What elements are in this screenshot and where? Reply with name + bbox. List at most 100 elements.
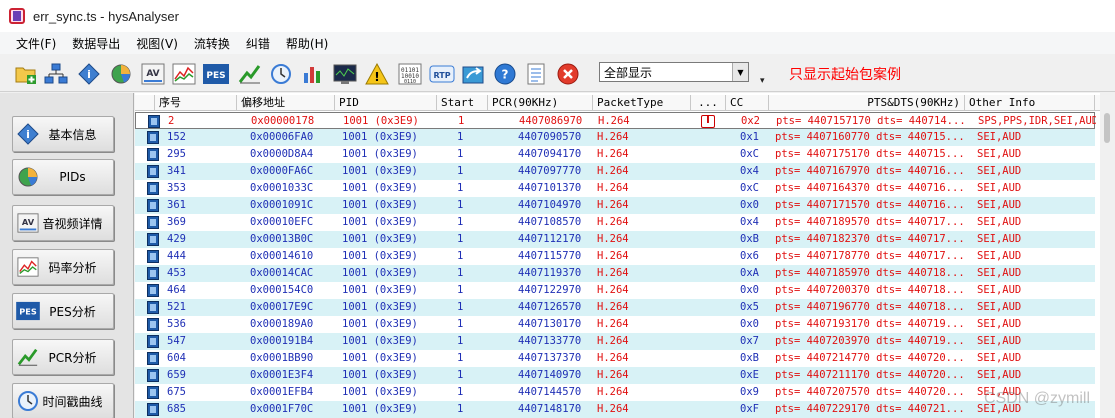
table-row[interactable]: 685 0x0001F70C 1001 (0x3E9) 1 4407148170 H.26…	[135, 401, 1095, 418]
cell-cc: 0xA	[740, 267, 759, 279]
nav-basic-info-button[interactable]: i 基本信息	[12, 116, 114, 152]
cell-pid: 1001 (0x3E9)	[342, 199, 418, 211]
col-header-start[interactable]: Start	[437, 95, 488, 111]
table-row[interactable]: 675 0x0001EFB4 1001 (0x3E9) 1 4407144570 H.26…	[135, 384, 1095, 401]
chevron-down-icon[interactable]: ▼	[732, 63, 748, 81]
scrollbar-thumb[interactable]	[1104, 113, 1110, 143]
av-icon[interactable]: AV	[140, 61, 166, 87]
cell-pid: 1001 (0x3E9)	[342, 284, 418, 296]
toolbar-overflow-icon[interactable]: ▾	[760, 76, 765, 86]
col-header-index[interactable]: 序号	[155, 95, 237, 111]
col-header-pcr[interactable]: PCR(90KHz)	[488, 95, 593, 111]
table-row[interactable]: 659 0x0001E3F4 1001 (0x3E9) 1 4407140970 H.26…	[135, 367, 1095, 384]
nav-bitrate-button[interactable]: 码率分析	[12, 249, 114, 285]
vertical-scrollbar[interactable]	[1100, 93, 1115, 418]
binary-icon[interactable]: 01101 10010 0110	[397, 61, 423, 87]
cell-info: SEI,AUD	[977, 369, 1022, 381]
pcr-icon[interactable]	[237, 61, 263, 87]
cell-pid: 1001 (0x3E9)	[342, 233, 418, 245]
menu-data-export[interactable]: 数据导出	[64, 35, 128, 52]
toolbar: i AV PES ! 01101 10010 0110 RTP ?	[0, 54, 1115, 92]
nav-av-detail-button[interactable]: AV 音视频详情	[12, 205, 114, 241]
cell-offset: 0x0000D8A4	[250, 148, 314, 160]
table-row[interactable]: 353 0x0001033C 1001 (0x3E9) 1 4407101370 H.26…	[135, 180, 1095, 197]
table-row[interactable]: 152 0x00006FA0 1001 (0x3E9) 1 4407090570 H.26…	[135, 129, 1095, 146]
clock-icon[interactable]	[268, 61, 294, 87]
cell-start: 1	[457, 165, 464, 177]
cell-pid: 1001 (0x3E9)	[342, 148, 418, 160]
info-icon[interactable]: i	[76, 61, 102, 87]
table-row[interactable]: 521 0x00017E9C 1001 (0x3E9) 1 4407126570 H.26…	[135, 299, 1095, 316]
left-nav-panel: i 基本信息 PIDs AV 音视频详情 码率分析 PES PES分析 PCR分…	[0, 93, 134, 418]
cell-type: H.264	[597, 318, 629, 330]
svg-text:i: i	[26, 128, 30, 141]
col-header-pts-dts[interactable]: PTS&DTS(90KHz)	[769, 95, 965, 111]
network-icon[interactable]	[43, 61, 69, 87]
table-row[interactable]: 536 0x000189A0 1001 (0x3E9) 1 4407130170 H.26…	[135, 316, 1095, 333]
rtp-icon[interactable]: RTP	[429, 61, 455, 87]
cell-pid: 1001 (0x3E9)	[342, 131, 418, 143]
col-header-other-info[interactable]: Other Info	[965, 95, 1095, 111]
table-row[interactable]: 295 0x0000D8A4 1001 (0x3E9) 1 4407094170 H.26…	[135, 146, 1095, 163]
bar-chart-icon[interactable]	[300, 61, 326, 87]
warning-icon[interactable]: !	[364, 61, 390, 87]
video-packet-icon	[147, 403, 159, 416]
cell-start: 1	[458, 115, 465, 127]
export-icon[interactable]	[461, 61, 487, 87]
cell-no: 675	[167, 386, 186, 398]
table-row[interactable]: 604 0x0001BB90 1001 (0x3E9) 1 4407137370 H.26…	[135, 350, 1095, 367]
cell-no: 353	[167, 182, 186, 194]
menu-view[interactable]: 视图(V)	[128, 35, 186, 52]
cell-offset: 0x000191B4	[250, 335, 314, 347]
open-folder-icon[interactable]	[13, 61, 39, 87]
help-icon[interactable]: ?	[492, 61, 518, 87]
menu-help[interactable]: 帮助(H)	[278, 35, 336, 52]
table-row[interactable]: 453 0x00014CAC 1001 (0x3E9) 1 4407119370 H.26…	[135, 265, 1095, 282]
close-icon[interactable]	[555, 61, 581, 87]
cell-type: H.264	[597, 352, 629, 364]
video-packet-icon	[147, 233, 159, 246]
table-row[interactable]: 429 0x00013B0C 1001 (0x3E9) 1 4407112170 H.26…	[135, 231, 1095, 248]
cell-offset: 0x00010EFC	[250, 216, 314, 228]
display-filter-select[interactable]: 全部显示 ▼	[599, 62, 749, 82]
menu-bar: 文件(F) 数据导出 视图(V) 流转换 纠错 帮助(H)	[0, 32, 1115, 54]
notes-icon[interactable]	[523, 61, 549, 87]
nav-pids-button[interactable]: PIDs	[12, 159, 114, 195]
nav-pes-button[interactable]: PES PES分析	[12, 293, 114, 329]
nav-timestamp-curve-button[interactable]: 时间戳曲线	[12, 383, 114, 418]
cell-pts: pts= 4407182370 dts= 440717...	[775, 233, 965, 245]
table-row[interactable]: 444 0x00014610 1001 (0x3E9) 1 4407115770 H.26…	[135, 248, 1095, 265]
cell-pcr: 4407090570	[518, 131, 582, 143]
pie-chart-icon[interactable]	[108, 61, 134, 87]
menu-stream-convert[interactable]: 流转换	[186, 35, 238, 52]
cell-start: 1	[457, 403, 464, 415]
col-header-flags[interactable]: ...	[691, 95, 726, 111]
table-row[interactable]: 369 0x00010EFC 1001 (0x3E9) 1 4407108570 H.26…	[135, 214, 1095, 231]
col-header-packet-type[interactable]: PacketType	[593, 95, 691, 111]
table-row[interactable]: 464 0x000154C0 1001 (0x3E9) 1 4407122970 H.26…	[135, 282, 1095, 299]
menu-error-correct[interactable]: 纠错	[238, 35, 278, 52]
pes-icon[interactable]: PES	[203, 61, 229, 87]
video-packet-icon	[147, 182, 159, 195]
cell-pid: 1001 (0x3E9)	[343, 115, 419, 127]
cell-type: H.264	[597, 386, 629, 398]
bitrate-chart-icon[interactable]	[171, 61, 197, 87]
col-header-pid[interactable]: PID	[335, 95, 437, 111]
table-row[interactable]: 361 0x0001091C 1001 (0x3E9) 1 4407104970 H.26…	[135, 197, 1095, 214]
nav-pcr-button[interactable]: PCR分析	[12, 339, 114, 375]
col-header-cc[interactable]: CC	[726, 95, 769, 111]
cell-pcr: 4407104970	[518, 199, 582, 211]
col-header-offset[interactable]: 偏移地址	[237, 95, 335, 111]
table-row[interactable]: 547 0x000191B4 1001 (0x3E9) 1 4407133770 H.26…	[135, 333, 1095, 350]
nav-label: PCR分析	[48, 350, 97, 365]
table-row[interactable]: 2 0x00000178 1001 (0x3E9) 1 4407086970 H.264 0…	[135, 112, 1096, 129]
menu-file[interactable]: 文件(F)	[8, 35, 64, 52]
cell-cc: 0xC	[740, 182, 759, 194]
cell-cc: 0x0	[740, 318, 759, 330]
table-row[interactable]: 341 0x0000FA6C 1001 (0x3E9) 1 4407097770 H.26…	[135, 163, 1095, 180]
monitor-icon[interactable]	[332, 61, 358, 87]
video-packet-icon	[147, 148, 159, 161]
cell-cc: 0x5	[740, 301, 759, 313]
window-title: err_sync.ts - hysAnalyser	[33, 8, 179, 24]
cell-pid: 1001 (0x3E9)	[342, 318, 418, 330]
